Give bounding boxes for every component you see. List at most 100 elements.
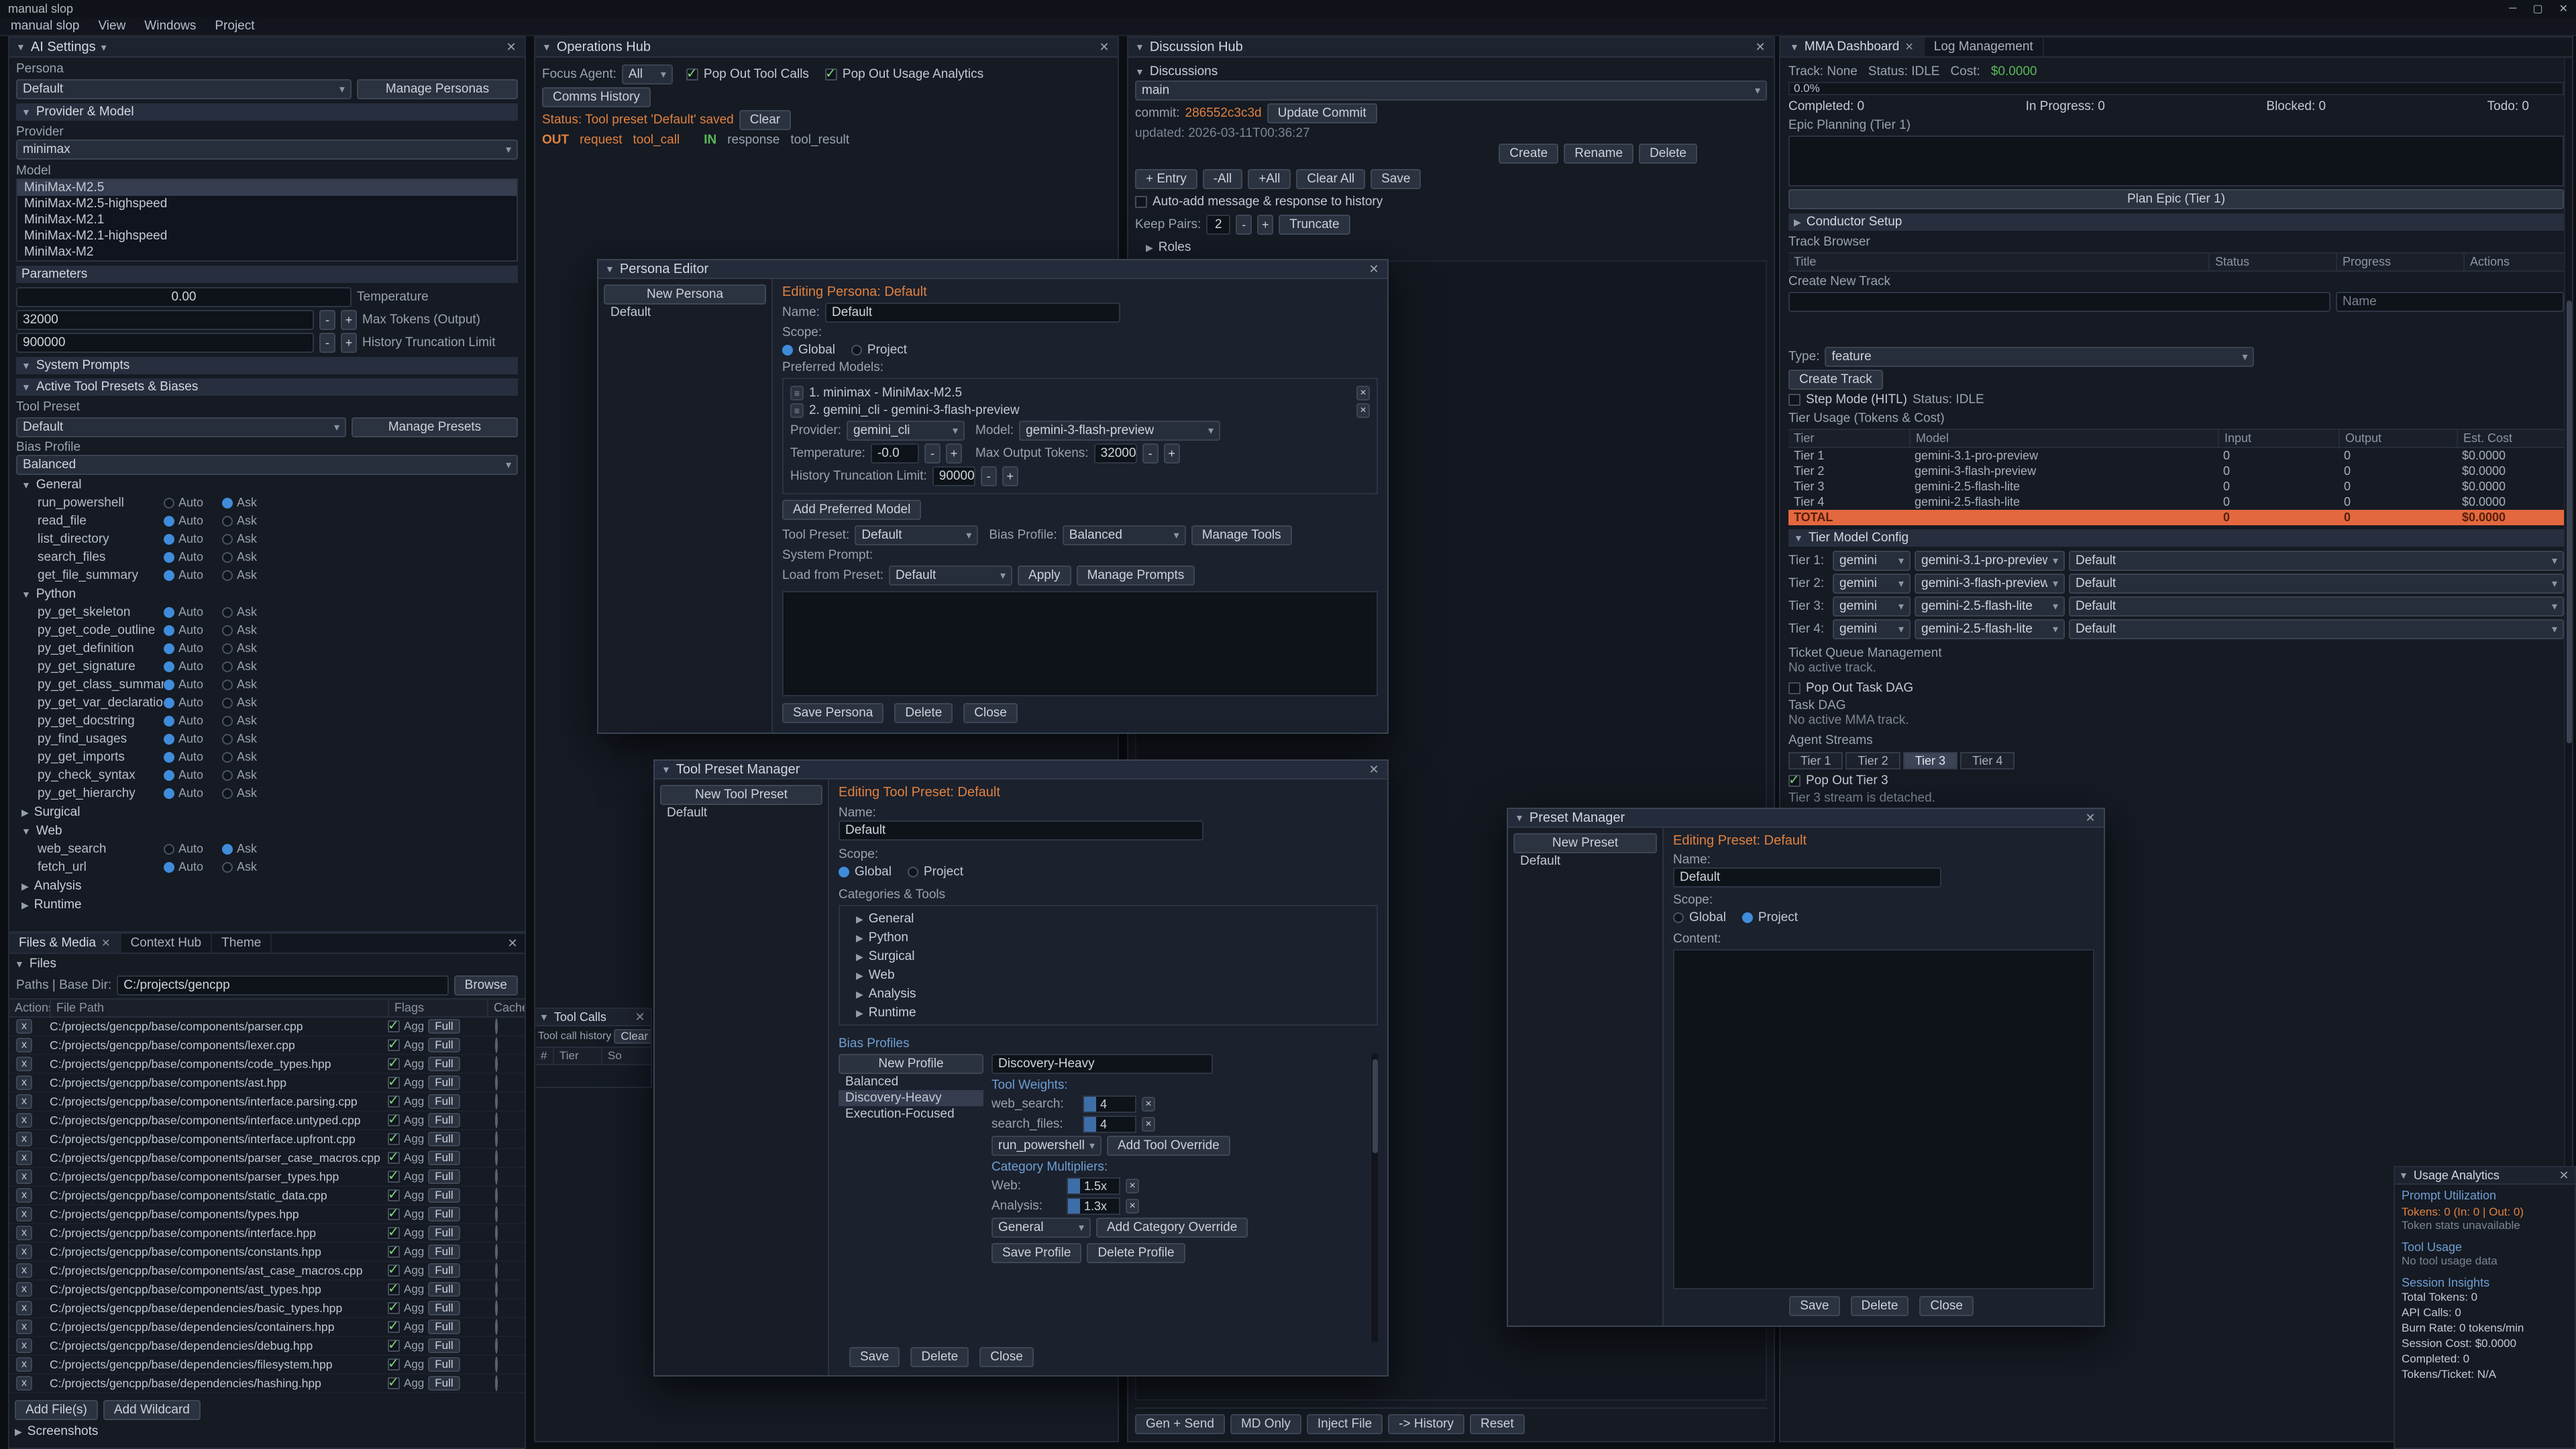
discussion-action-button[interactable]: Delete — [1639, 144, 1697, 164]
decrement-button[interactable]: - — [924, 443, 941, 464]
screenshots-section-header[interactable]: Screenshots — [9, 1423, 525, 1440]
file-path[interactable]: C:/projects/gencpp/base/dependencies/deb… — [50, 1339, 388, 1353]
category-general[interactable]: General — [16, 476, 518, 494]
auto-radio[interactable] — [164, 643, 174, 654]
file-path[interactable]: C:/projects/gencpp/base/dependencies/has… — [50, 1377, 388, 1391]
category-tree-item[interactable]: Analysis — [845, 985, 1371, 1003]
ask-radio[interactable] — [222, 534, 233, 545]
log-kind-response[interactable]: response — [727, 133, 780, 148]
new-tool-preset-button[interactable]: New Tool Preset — [660, 785, 822, 805]
collapse-icon[interactable] — [1515, 813, 1524, 822]
remove-file-button[interactable]: x — [16, 1301, 32, 1316]
ai-settings-header[interactable]: AI Settings — [9, 38, 525, 58]
full-button[interactable]: Full — [428, 1376, 460, 1391]
add-category-override-button[interactable]: Add Category Override — [1096, 1218, 1248, 1238]
column-header[interactable]: # — [535, 1048, 553, 1064]
remove-file-button[interactable]: x — [16, 1282, 32, 1297]
scope-global-radio[interactable] — [1673, 912, 1684, 923]
remove-file-button[interactable]: x — [16, 1019, 32, 1034]
minimize-icon[interactable] — [2509, 3, 2516, 15]
multiplier-input[interactable]: 1.3x — [1067, 1197, 1120, 1215]
full-button[interactable]: Full — [428, 1207, 460, 1222]
tier-provider-select[interactable]: gemini — [1833, 574, 1911, 594]
category-tree-item[interactable]: Surgical — [845, 948, 1371, 965]
ask-radio[interactable] — [222, 734, 233, 745]
cache-indicator-icon[interactable] — [495, 1150, 498, 1166]
column-header[interactable]: Actions — [2463, 254, 2564, 270]
tool-calls-header[interactable]: Tool Calls — [535, 1009, 651, 1026]
remove-file-button[interactable]: x — [16, 1357, 32, 1372]
collapse-icon[interactable] — [661, 765, 671, 774]
remove-file-button[interactable]: x — [16, 1132, 32, 1146]
agg-checkbox[interactable] — [388, 1227, 400, 1239]
agg-checkbox[interactable] — [388, 1302, 400, 1314]
column-header[interactable]: Input — [2218, 430, 2339, 447]
close-tab-icon[interactable] — [1904, 40, 1913, 54]
full-button[interactable]: Full — [428, 1301, 460, 1316]
model-option[interactable]: MiniMax-M2.5 — [17, 180, 517, 196]
menu-item[interactable]: Project — [215, 19, 254, 34]
full-button[interactable]: Full — [428, 1075, 460, 1090]
decrement-button[interactable]: - — [1142, 443, 1159, 464]
cache-indicator-icon[interactable] — [495, 1244, 498, 1260]
collapse-icon[interactable] — [1135, 42, 1144, 52]
discussion-action-button[interactable]: Create — [1499, 144, 1558, 164]
ask-radio[interactable] — [222, 862, 233, 873]
increment-button[interactable]: + — [1257, 215, 1273, 235]
max-output-input[interactable]: 32000 — [1094, 443, 1137, 464]
cache-indicator-icon[interactable] — [495, 1206, 498, 1222]
drag-strip[interactable] — [1068, 1179, 1080, 1193]
agg-checkbox[interactable] — [388, 1321, 400, 1333]
file-path[interactable]: C:/projects/gencpp/base/components/parse… — [50, 1170, 388, 1184]
create-track-button[interactable]: Create Track — [1788, 370, 1883, 390]
stream-tab[interactable]: Tier 2 — [1845, 752, 1900, 769]
truncate-button[interactable]: Truncate — [1279, 215, 1350, 235]
ask-radio[interactable] — [222, 625, 233, 636]
update-commit-button[interactable]: Update Commit — [1267, 103, 1377, 123]
ask-radio[interactable] — [222, 498, 233, 508]
remove-file-button[interactable]: x — [16, 1150, 32, 1165]
track-type-select[interactable]: feature — [1825, 347, 2254, 367]
multiplier-input[interactable]: 1.5x — [1067, 1177, 1120, 1195]
cache-indicator-icon[interactable] — [495, 1169, 498, 1185]
cache-indicator-icon[interactable] — [495, 1037, 498, 1053]
column-header[interactable]: Status — [2208, 254, 2336, 270]
new-persona-button[interactable]: New Persona — [604, 284, 766, 305]
tier-provider-select[interactable]: gemini — [1833, 596, 1911, 616]
scope-global-radio[interactable] — [782, 345, 793, 356]
discussion-hub-header[interactable]: Discussion Hub — [1128, 38, 1774, 58]
scope-global-radio[interactable] — [839, 867, 849, 877]
delete-tool-preset-button[interactable]: Delete — [910, 1347, 969, 1367]
drag-handle-icon[interactable] — [790, 403, 804, 418]
discussions-section-header[interactable]: Discussions — [1135, 63, 1767, 80]
auto-radio[interactable] — [164, 716, 174, 727]
tier-provider-select[interactable]: gemini — [1833, 619, 1911, 639]
scope-project-radio[interactable] — [908, 867, 918, 877]
decrement-button[interactable]: - — [319, 333, 335, 353]
agg-checkbox[interactable] — [388, 1114, 400, 1126]
log-direction-out[interactable]: OUT — [542, 133, 569, 148]
file-path[interactable]: C:/projects/gencpp/base/components/parse… — [50, 1020, 388, 1034]
remove-file-button[interactable]: x — [16, 1376, 32, 1391]
column-header[interactable]: Model — [1909, 430, 2218, 447]
weight-input[interactable]: 4 — [1083, 1116, 1136, 1133]
ask-radio[interactable] — [222, 643, 233, 654]
category-surgical[interactable]: Surgical — [16, 804, 518, 821]
log-kind-request[interactable]: request — [580, 133, 622, 148]
cache-indicator-icon[interactable] — [495, 1187, 498, 1203]
increment-button[interactable]: + — [1164, 443, 1180, 464]
remove-file-button[interactable]: x — [16, 1263, 32, 1278]
tier-model-config-section-header[interactable]: Tier Model Config — [1788, 529, 2564, 547]
provider-model-section-header[interactable]: Provider & Model — [16, 103, 518, 121]
auto-radio[interactable] — [164, 516, 174, 527]
file-path[interactable]: C:/projects/gencpp/base/components/ast.h… — [50, 1076, 388, 1090]
column-header[interactable]: So — [601, 1048, 651, 1064]
remove-model-button[interactable]: × — [1356, 386, 1370, 400]
full-button[interactable]: Full — [428, 1150, 460, 1165]
file-path[interactable]: C:/projects/gencpp/base/components/const… — [50, 1245, 388, 1259]
add-tool-override-button[interactable]: Add Tool Override — [1107, 1136, 1230, 1156]
column-header[interactable]: Tier — [1788, 430, 1909, 447]
remove-file-button[interactable]: x — [16, 1169, 32, 1184]
auto-radio[interactable] — [164, 788, 174, 799]
delete-preset-button[interactable]: Delete — [1851, 1296, 1909, 1316]
